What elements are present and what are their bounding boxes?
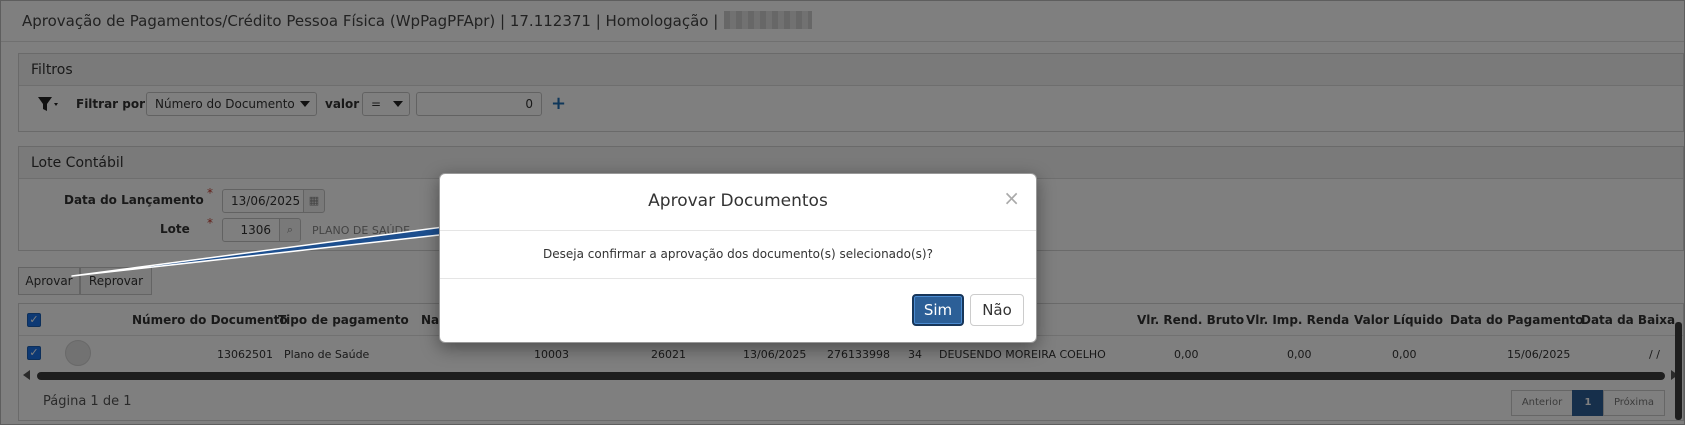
close-icon[interactable]: × [1003, 188, 1020, 208]
dialog-divider [440, 230, 1036, 231]
confirm-no-button[interactable]: Não [970, 294, 1024, 326]
confirm-yes-button[interactable]: Sim [912, 294, 964, 326]
dialog-divider [440, 278, 1036, 279]
dialog-message: Deseja confirmar a aprovação dos documen… [543, 247, 933, 261]
approve-dialog: Aprovar Documentos × Deseja confirmar a … [439, 173, 1037, 343]
dialog-title: Aprovar Documentos [648, 191, 828, 211]
